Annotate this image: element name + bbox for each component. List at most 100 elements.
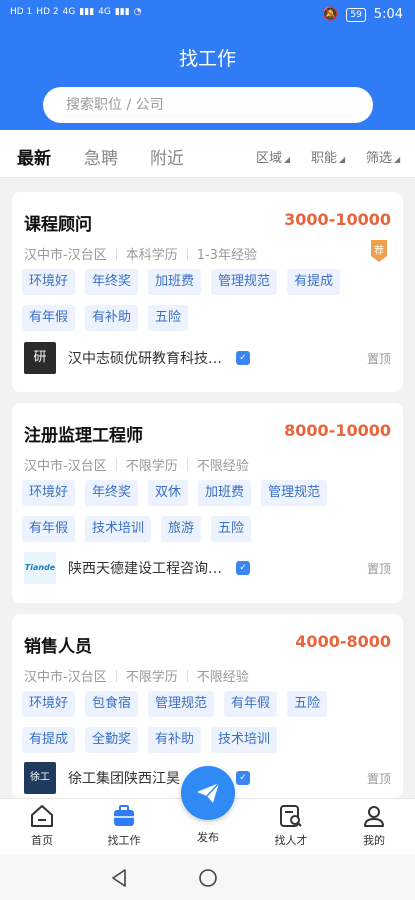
pinned-label: 置顶: [366, 562, 391, 576]
verified-icon: ✓: [236, 351, 250, 365]
verified-icon: ✓: [236, 561, 250, 575]
job-experience: 不限经验: [196, 459, 249, 474]
user-icon: [364, 806, 384, 827]
publish-label: 发布: [197, 831, 219, 844]
tag: 双休: [148, 480, 189, 506]
job-meta: 汉中市-汉台区 不限学历 不限经验: [24, 666, 249, 685]
tag: 管理规范: [261, 480, 328, 506]
publish-button[interactable]: [181, 766, 235, 820]
tag: 有补助: [85, 305, 139, 331]
tag: 技术培训: [211, 727, 278, 753]
company-logo: 研: [24, 342, 56, 374]
tag-list: 环境好 年终奖 双休 加班费 管理规范 有年假 技术培训 旅游 五险: [22, 480, 382, 542]
tag: 有年假: [224, 691, 278, 717]
tag: 加班费: [148, 269, 202, 295]
tag: 全勤奖: [85, 727, 139, 753]
triangle-down-icon: ◢: [284, 155, 291, 164]
tag: 有提成: [287, 269, 341, 295]
tag: 有年假: [22, 516, 76, 542]
search-input[interactable]: 搜索职位 / 公司: [43, 87, 373, 123]
company-row[interactable]: Tiande 陕西天德建设工程咨询有限公司 ✓: [24, 552, 250, 584]
tab-bar: 最新 急聘 附近 区域 ◢ 职能 ◢ 筛选 ◢: [0, 130, 415, 178]
pinned-label: 置顶: [366, 772, 391, 786]
tab-nearby[interactable]: 附近: [150, 144, 184, 169]
tag: 有年假: [22, 305, 76, 331]
wifi-icon: ◔: [133, 7, 142, 17]
signal-indicators: HD 1 HD 2 4G ▮▮▮ 4G ▮▮▮ ◔: [10, 7, 142, 17]
tag: 管理规范: [148, 691, 215, 717]
nav-profile-label: 我的: [363, 834, 385, 847]
filter-area-label: 区域: [256, 151, 283, 166]
job-card[interactable]: 课程顾问 3000-10000 汉中市-汉台区 本科学历 1-3年经验 荐 环境…: [12, 192, 403, 392]
header-bar: HD 1 HD 2 4G ▮▮▮ 4G ▮▮▮ ◔ 🔕 59 5:04 找工作 …: [0, 0, 415, 130]
job-experience: 1-3年经验: [196, 248, 257, 263]
verified-icon: ✓: [236, 771, 250, 785]
status-bar: HD 1 HD 2 4G ▮▮▮ 4G ▮▮▮ ◔ 🔕 59 5:04: [0, 0, 415, 32]
tag: 有补助: [148, 727, 202, 753]
tag: 管理规范: [211, 269, 278, 295]
job-location: 汉中市-汉台区: [24, 670, 107, 685]
filter-function[interactable]: 职能 ◢: [311, 147, 345, 166]
job-title: 课程顾问: [24, 215, 92, 235]
tag: 技术培训: [85, 516, 152, 542]
network-4g-label: 4G: [62, 7, 76, 17]
job-salary: 3000-10000: [284, 210, 391, 229]
tag-list: 环境好 年终奖 加班费 管理规范 有提成 有年假 有补助 五险: [22, 269, 382, 331]
tag: 年终奖: [85, 269, 139, 295]
tag: 环境好: [22, 480, 76, 506]
tag: 环境好: [22, 691, 76, 717]
nav-profile[interactable]: 我的: [344, 803, 404, 848]
company-logo: Tiande: [24, 552, 56, 584]
recommend-badge-text: 荐: [374, 245, 384, 257]
mute-icon: 🔕: [322, 7, 339, 22]
signal-icon-2: ▮▮▮: [114, 7, 130, 17]
tag: 五险: [211, 516, 252, 542]
tag: 年终奖: [85, 480, 139, 506]
job-location: 汉中市-汉台区: [24, 248, 107, 263]
tag: 五险: [148, 305, 189, 331]
paper-plane-icon: [197, 782, 220, 803]
company-name: 汉中志硕优研教育科技有限公司: [68, 351, 228, 367]
job-title: 注册监理工程师: [24, 426, 143, 446]
job-education: 不限学历: [125, 459, 178, 474]
tag-list: 环境好 包食宿 管理规范 有年假 五险 有提成 全勤奖 有补助 技术培训: [22, 691, 382, 753]
job-location: 汉中市-汉台区: [24, 459, 107, 474]
tag: 加班费: [198, 480, 252, 506]
page-title: 找工作: [178, 48, 236, 70]
clock: 5:04: [373, 7, 403, 22]
home-icon: [31, 805, 53, 827]
filter-more-label: 筛选: [366, 151, 393, 166]
company-logo: 徐工: [24, 762, 56, 794]
status-right: 🔕 59 5:04: [322, 7, 403, 22]
nav-jobs-label: 找工作: [107, 834, 141, 847]
tag: 有提成: [22, 727, 76, 753]
tag: 五险: [287, 691, 328, 717]
tag: 环境好: [22, 269, 76, 295]
sim2-label: HD 2: [36, 7, 59, 17]
sim1-label: HD 1: [10, 7, 33, 17]
job-title: 销售人员: [24, 637, 92, 657]
network-4g-label-2: 4G: [98, 7, 111, 17]
nav-home[interactable]: 首页: [12, 803, 72, 848]
job-meta: 汉中市-汉台区 不限学历 不限经验: [24, 455, 249, 474]
filter-more[interactable]: 筛选 ◢: [366, 147, 400, 166]
battery-icon: 59: [346, 7, 366, 22]
triangle-down-icon: ◢: [339, 155, 346, 164]
back-icon[interactable]: [110, 868, 128, 888]
job-salary: 8000-10000: [284, 421, 391, 440]
tab-latest[interactable]: 最新: [17, 144, 51, 169]
home-circle-icon[interactable]: [198, 868, 218, 888]
system-nav-bar: [0, 854, 415, 900]
recommend-badge-icon: 荐: [371, 240, 387, 262]
tab-urgent[interactable]: 急聘: [84, 144, 118, 169]
job-salary: 4000-8000: [295, 632, 391, 651]
job-card[interactable]: 注册监理工程师 8000-10000 汉中市-汉台区 不限学历 不限经验 环境好…: [12, 403, 403, 603]
pinned-label: 置顶: [366, 352, 391, 366]
nav-talent[interactable]: 找人才: [261, 803, 321, 848]
briefcase-icon: [114, 805, 134, 826]
job-meta: 汉中市-汉台区 本科学历 1-3年经验: [24, 244, 257, 263]
company-row[interactable]: 研 汉中志硕优研教育科技有限公司 ✓: [24, 342, 250, 374]
filter-area[interactable]: 区域 ◢: [256, 147, 290, 166]
talent-search-icon: [280, 805, 302, 827]
nav-jobs[interactable]: 找工作: [94, 803, 154, 848]
